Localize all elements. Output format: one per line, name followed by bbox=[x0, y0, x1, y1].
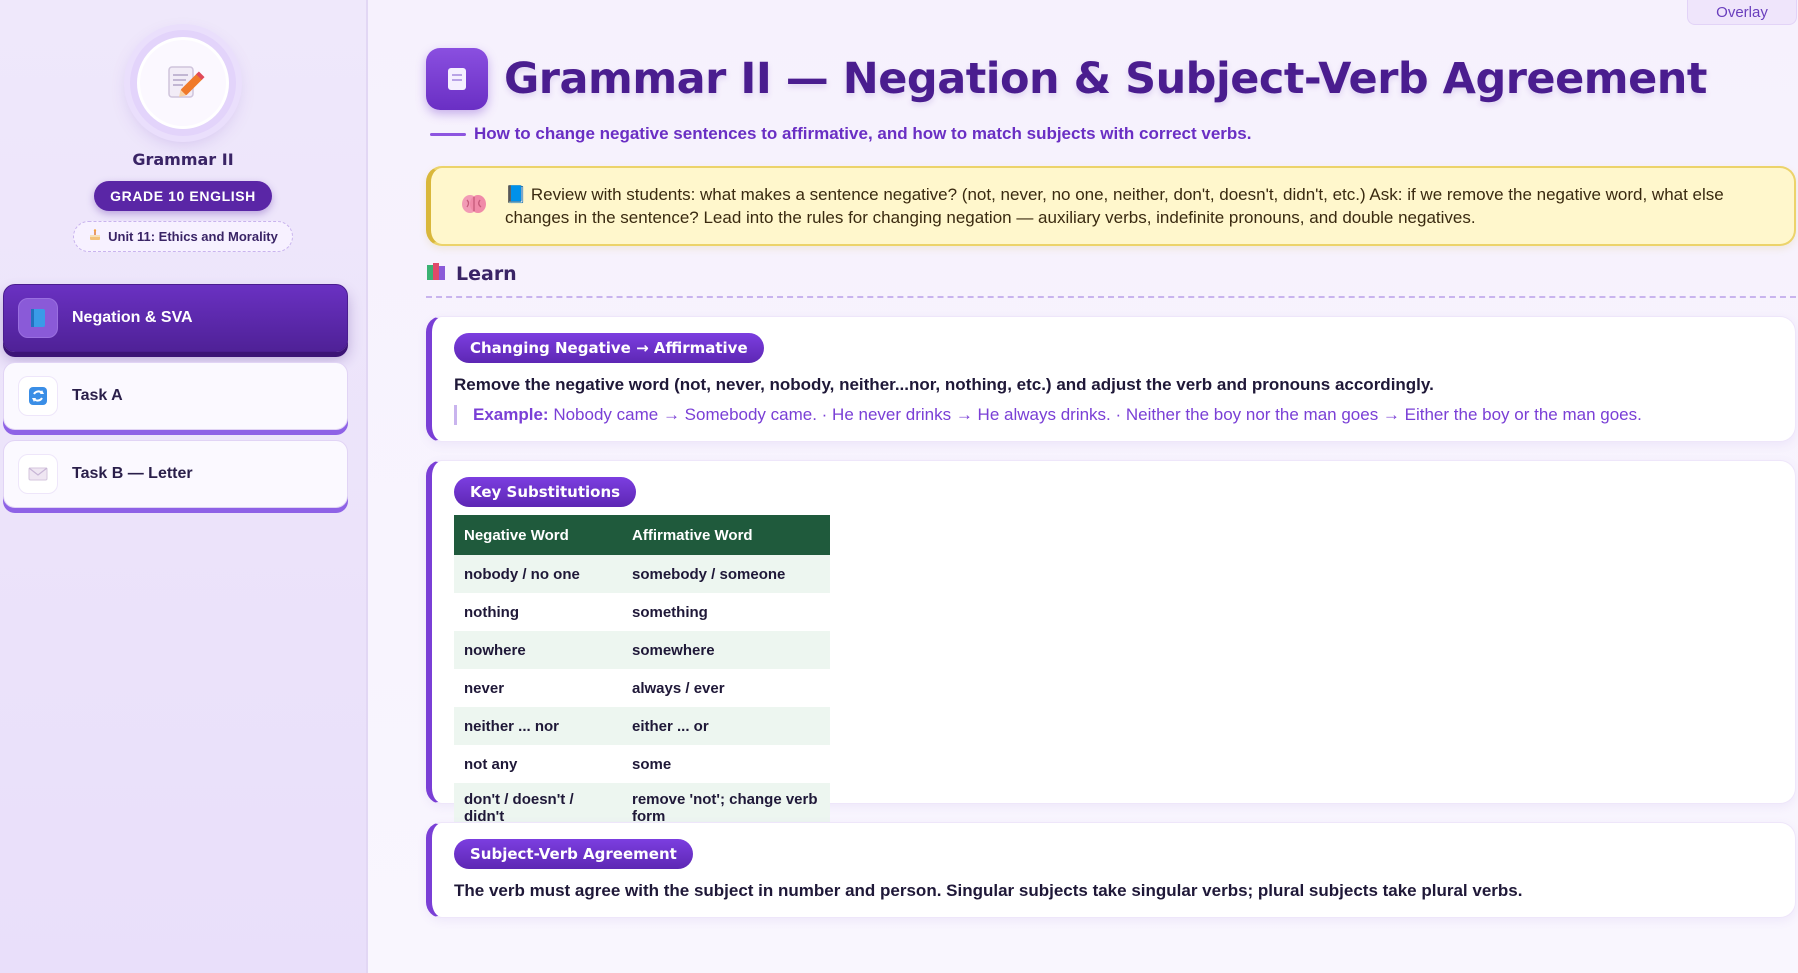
table-cell: something bbox=[622, 593, 830, 631]
table-cell: never bbox=[454, 669, 622, 707]
brain-icon bbox=[461, 192, 487, 220]
sidebar-item-label: Task A bbox=[72, 387, 123, 404]
table-row: neither ... nor either ... or bbox=[454, 707, 830, 745]
table-cell: some bbox=[622, 745, 830, 783]
cake-icon bbox=[88, 228, 102, 245]
table-cell: nowhere bbox=[454, 631, 622, 669]
table-row: nothing something bbox=[454, 593, 830, 631]
grade-badge: GRADE 10 ENGLISH bbox=[94, 181, 272, 211]
table-cell: somebody / someone bbox=[622, 555, 830, 593]
card-text: Remove the negative word (not, never, no… bbox=[454, 375, 1434, 394]
books-icon bbox=[426, 262, 448, 286]
table-cell: not any bbox=[454, 745, 622, 783]
page-title: Grammar II — Negation & Subject-Verb Agr… bbox=[504, 54, 1707, 104]
table-row: not any some bbox=[454, 745, 830, 783]
cycle-icon bbox=[18, 376, 58, 416]
unit-label: Unit 11: Ethics and Morality bbox=[108, 229, 278, 244]
table-header-row: Negative Word Affirmative Word bbox=[454, 515, 830, 555]
sidebar-item-negation-sva[interactable]: Negation & SVA bbox=[3, 284, 348, 352]
card-title: Key Substitutions bbox=[454, 477, 637, 507]
card-text: The verb must agree with the subject in … bbox=[454, 881, 1523, 900]
sidebar-title: Grammar II bbox=[132, 150, 234, 169]
example: Example: Nobody came → Somebody came. · … bbox=[454, 405, 1773, 425]
table-row: never always / ever bbox=[454, 669, 830, 707]
table-cell: neither ... nor bbox=[454, 707, 622, 745]
book-icon bbox=[18, 298, 58, 338]
divider bbox=[430, 132, 466, 136]
table-row: nowhere somewhere bbox=[454, 631, 830, 669]
sidebar-header: Grammar II GRADE 10 ENGLISH Unit 11: Eth… bbox=[0, 0, 366, 252]
sidebar-nav: Negation & SVA Task A Task B — Letter bbox=[0, 284, 366, 508]
table-cell: always / ever bbox=[622, 669, 830, 707]
app: Grammar II GRADE 10 ENGLISH Unit 11: Eth… bbox=[0, 0, 1798, 973]
page-header: Grammar II — Negation & Subject-Verb Agr… bbox=[426, 48, 1798, 110]
page-subtitle: How to change negative sentences to affi… bbox=[474, 124, 1252, 143]
sidebar: Grammar II GRADE 10 ENGLISH Unit 11: Eth… bbox=[0, 0, 368, 973]
table-cell: nothing bbox=[454, 593, 622, 631]
sva-card: Subject-Verb Agreement The verb must agr… bbox=[426, 822, 1796, 918]
table-cell: somewhere bbox=[622, 631, 830, 669]
learn-section-header: Learn bbox=[426, 262, 1796, 298]
card-title: Subject-Verb Agreement bbox=[454, 839, 693, 869]
substitutions-card: Key Substitutions Negative Word Affirmat… bbox=[426, 460, 1796, 833]
sidebar-item-label: Negation & SVA bbox=[72, 309, 193, 326]
teacher-note: 📘 Review with students: what makes a sen… bbox=[426, 166, 1796, 246]
pencil-paper-icon bbox=[137, 37, 229, 129]
teacher-note-text: 📘 Review with students: what makes a sen… bbox=[505, 185, 1724, 227]
page-subtitle-row: How to change negative sentences to affi… bbox=[430, 124, 1798, 144]
table-cell: nobody / no one bbox=[454, 555, 622, 593]
learn-title: Learn bbox=[456, 263, 517, 285]
avatar bbox=[130, 30, 236, 136]
substitutions-table: Negative Word Affirmative Word nobody / … bbox=[454, 515, 830, 833]
document-icon bbox=[426, 48, 488, 110]
column-header: Affirmative Word bbox=[622, 515, 830, 555]
table-row: nobody / no one somebody / someone bbox=[454, 555, 830, 593]
sidebar-item-task-b-letter[interactable]: Task B — Letter bbox=[3, 440, 348, 508]
sidebar-item-task-a[interactable]: Task A bbox=[3, 362, 348, 430]
envelope-icon bbox=[18, 454, 58, 494]
main-content: Overlay Grammar II — Negation & Subject-… bbox=[368, 0, 1798, 973]
overlay-button[interactable]: Overlay bbox=[1687, 0, 1797, 25]
negation-card: Changing Negative → Affirmative Remove t… bbox=[426, 316, 1796, 442]
unit-badge: Unit 11: Ethics and Morality bbox=[73, 221, 293, 252]
example-label: Example: bbox=[473, 405, 549, 424]
column-header: Negative Word bbox=[454, 515, 622, 555]
card-title: Changing Negative → Affirmative bbox=[454, 333, 764, 363]
sidebar-item-label: Task B — Letter bbox=[72, 465, 193, 482]
table-cell: either ... or bbox=[622, 707, 830, 745]
example-text: Nobody came → Somebody came. · He never … bbox=[553, 405, 1642, 424]
